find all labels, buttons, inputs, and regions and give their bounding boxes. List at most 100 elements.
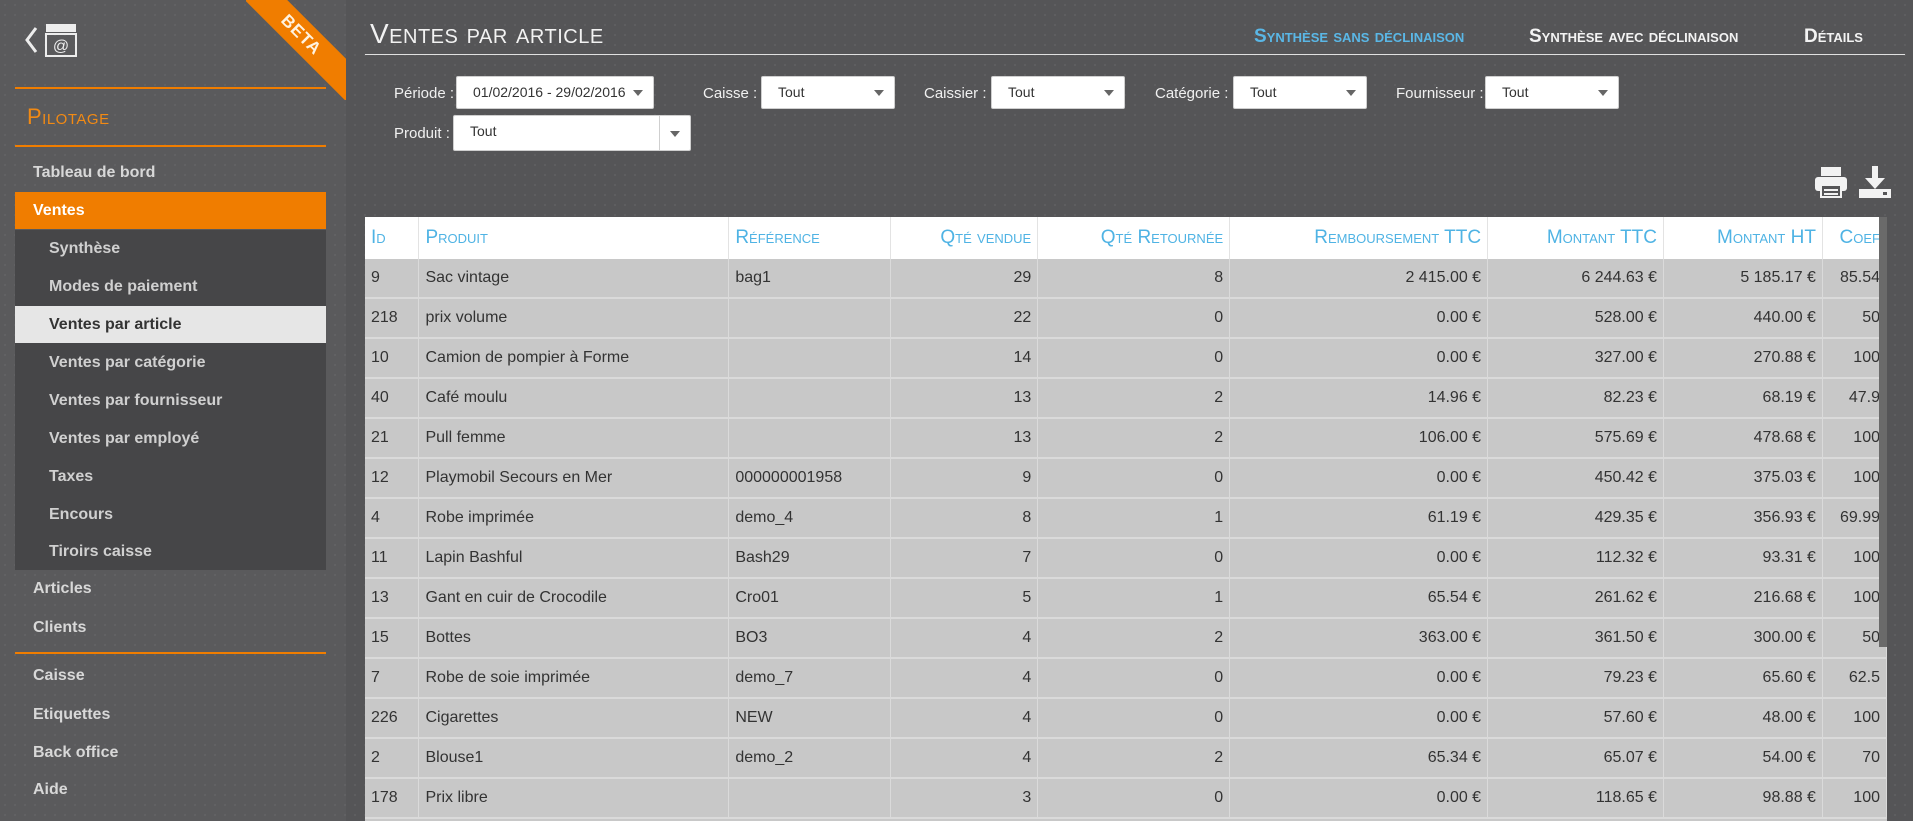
cell-montant-ht: 216.68 € bbox=[1663, 578, 1823, 619]
subitem-ventes-par-categorie[interactable]: Ventes par catégorie bbox=[15, 344, 326, 381]
sidebar-item-clients[interactable]: Clients bbox=[15, 609, 326, 646]
col-montant-ttc[interactable]: Montant TTC bbox=[1487, 217, 1664, 259]
cell-qte-retournee: 0 bbox=[1037, 538, 1231, 579]
cell-qte-retournee: 1 bbox=[1037, 578, 1231, 619]
cell-remboursement-ttc: 61.19 € bbox=[1229, 498, 1489, 539]
cell-qte-vendue: 4 bbox=[890, 698, 1039, 739]
table-row[interactable]: 9 Sac vintage bag1 29 8 2 415.00 €6 244.63 €5… bbox=[365, 259, 1887, 299]
categorie-select[interactable]: Tout bbox=[1233, 76, 1367, 109]
table-row[interactable]: 21 Pull femme 13 2 106.00 €575.69 €478.68 €1… bbox=[365, 418, 1887, 459]
cell-id: 178 bbox=[365, 778, 420, 819]
cell-montant-ttc: 118.65 € bbox=[1487, 778, 1664, 819]
download-icon[interactable] bbox=[1857, 165, 1893, 199]
caisse-select[interactable]: Tout bbox=[761, 76, 895, 109]
col-remboursement-ttc[interactable]: Remboursement TTC bbox=[1229, 217, 1489, 259]
chevron-down-icon bbox=[1346, 90, 1356, 96]
table-row[interactable]: 15 Bottes BO3 4 2 363.00 €361.50 €300.00 €50 bbox=[365, 618, 1887, 659]
cell-id: 4 bbox=[365, 498, 420, 539]
cell-montant-ttc: 6 244.63 € bbox=[1487, 259, 1664, 299]
cell-coef: 50 bbox=[1822, 298, 1887, 339]
subitem-ventes-par-fournisseur[interactable]: Ventes par fournisseur bbox=[15, 382, 326, 419]
cell-qte-retournee: 1 bbox=[1037, 498, 1231, 539]
sidebar-item-caisse[interactable]: Caisse bbox=[15, 657, 326, 694]
subitem-taxes[interactable]: Taxes bbox=[15, 458, 326, 495]
cell-qte-retournee: 2 bbox=[1037, 738, 1231, 779]
caissier-value: Tout bbox=[1008, 84, 1035, 100]
cell-qte-retournee: 0 bbox=[1037, 658, 1231, 699]
col-qte-retournee[interactable]: Qté Retournée bbox=[1037, 217, 1231, 259]
sidebar-item-ventes[interactable]: Ventes bbox=[15, 192, 326, 229]
table-row[interactable]: 226 Cigarettes NEW 4 0 0.00 €57.60 €48.00 €10… bbox=[365, 698, 1887, 739]
table-row[interactable]: 40 Café moulu 13 2 14.96 €82.23 €68.19 €47.9 bbox=[365, 378, 1887, 419]
caissier-label: Caissier : bbox=[924, 85, 987, 102]
cell-remboursement-ttc: 2 415.00 € bbox=[1229, 259, 1489, 299]
table-row[interactable]: 10 Camion de pompier à Forme 14 0 0.00 €327.… bbox=[365, 338, 1887, 379]
scrollbar[interactable] bbox=[1879, 217, 1887, 647]
fournisseur-select[interactable]: Tout bbox=[1485, 76, 1619, 109]
cell-reference: Bash29 bbox=[728, 538, 892, 579]
cell-qte-retournee: 2 bbox=[1037, 378, 1231, 419]
subitem-ventes-par-article[interactable]: Ventes par article bbox=[15, 306, 326, 343]
col-qte-vendue[interactable]: Qté vendue bbox=[890, 217, 1039, 259]
tab-synthese-sans-declinaison[interactable]: Synthèse sans déclinaison bbox=[1254, 26, 1464, 48]
table-row[interactable]: 218 prix volume 22 0 0.00 €528.00 €440.00 €5… bbox=[365, 298, 1887, 339]
fournisseur-value: Tout bbox=[1502, 84, 1529, 100]
cell-id: 12 bbox=[365, 458, 420, 499]
col-montant-ht[interactable]: Montant HT bbox=[1663, 217, 1823, 259]
cell-montant-ttc: 261.62 € bbox=[1487, 578, 1664, 619]
table-row[interactable]: 11 Lapin Bashful Bash29 7 0 0.00 €112.32 €93.… bbox=[365, 538, 1887, 579]
subitem-encours[interactable]: Encours bbox=[15, 496, 326, 533]
cell-id: 13 bbox=[365, 578, 420, 619]
cell-remboursement-ttc: 363.00 € bbox=[1229, 618, 1489, 659]
col-coef[interactable]: Coef bbox=[1822, 217, 1887, 259]
cell-montant-ht: 440.00 € bbox=[1663, 298, 1823, 339]
tab-details[interactable]: Détails bbox=[1804, 26, 1863, 48]
col-reference[interactable]: Référence bbox=[728, 217, 892, 259]
cell-reference: demo_2 bbox=[728, 738, 892, 779]
table-row[interactable]: 13 Gant en cuir de Crocodile Cro01 5 1 65.54 … bbox=[365, 578, 1887, 619]
col-id[interactable]: Id bbox=[365, 217, 420, 259]
cell-reference: demo_4 bbox=[728, 498, 892, 539]
caissier-select[interactable]: Tout bbox=[991, 76, 1125, 109]
sidebar-item-tableau-de-bord[interactable]: Tableau de bord bbox=[15, 154, 326, 191]
cell-montant-ttc: 112.32 € bbox=[1487, 538, 1664, 579]
divider bbox=[15, 145, 326, 147]
table-row[interactable]: 4 Robe imprimée demo_4 8 1 61.19 €429.35 €356… bbox=[365, 498, 1887, 539]
sidebar-item-articles[interactable]: Articles bbox=[15, 570, 326, 607]
cell-qte-vendue: 4 bbox=[890, 618, 1039, 659]
subitem-ventes-par-employe[interactable]: Ventes par employé bbox=[15, 420, 326, 457]
cell-qte-vendue: 8 bbox=[890, 498, 1039, 539]
table-row[interactable]: 178 Prix libre 3 0 0.00 €118.65 €98.88 €100 bbox=[365, 778, 1887, 819]
cell-produit: Gant en cuir de Crocodile bbox=[418, 578, 730, 619]
cell-produit: Robe de soie imprimée bbox=[418, 658, 730, 699]
cell-qte-vendue: 29 bbox=[890, 259, 1039, 299]
produit-select[interactable]: Tout bbox=[453, 115, 691, 151]
cell-qte-retournee: 0 bbox=[1037, 298, 1231, 339]
table-row[interactable]: 2 Blouse1 demo_2 4 2 65.34 €65.07 €54.00 €70 bbox=[365, 738, 1887, 779]
periode-select[interactable]: 01/02/2016 - 29/02/2016 bbox=[456, 76, 654, 109]
cell-remboursement-ttc: 0.00 € bbox=[1229, 778, 1489, 819]
print-icon[interactable] bbox=[1813, 165, 1849, 199]
sidebar-item-etiquettes[interactable]: Etiquettes bbox=[15, 696, 326, 733]
cell-montant-ht: 356.93 € bbox=[1663, 498, 1823, 539]
cell-coef: 62.5 bbox=[1822, 658, 1887, 699]
periode-value: 01/02/2016 - 29/02/2016 bbox=[473, 84, 626, 100]
categorie-value: Tout bbox=[1250, 84, 1277, 100]
table-row[interactable]: 12 Playmobil Secours en Mer 000000001958 9 0… bbox=[365, 458, 1887, 499]
cell-produit: Pull femme bbox=[418, 418, 730, 459]
cell-montant-ht: 375.03 € bbox=[1663, 458, 1823, 499]
subitem-tiroirs-caisse[interactable]: Tiroirs caisse bbox=[15, 533, 326, 570]
tab-synthese-avec-declinaison[interactable]: Synthèse avec déclinaison bbox=[1529, 26, 1738, 48]
svg-text:@: @ bbox=[53, 38, 69, 55]
cell-montant-ttc: 57.60 € bbox=[1487, 698, 1664, 739]
caisse-value: Tout bbox=[778, 84, 805, 100]
cell-produit: Playmobil Secours en Mer bbox=[418, 458, 730, 499]
cell-qte-vendue: 22 bbox=[890, 298, 1039, 339]
sidebar-item-aide[interactable]: Aide bbox=[15, 771, 326, 808]
table-row[interactable]: 7 Robe de soie imprimée demo_7 4 0 0.00 €79.2… bbox=[365, 658, 1887, 699]
subitem-synthese[interactable]: Synthèse bbox=[15, 230, 326, 267]
sidebar-item-back-office[interactable]: Back office bbox=[15, 734, 326, 771]
subitem-modes-de-paiement[interactable]: Modes de paiement bbox=[15, 268, 326, 305]
back-store-icon[interactable]: @ bbox=[24, 20, 80, 60]
col-produit[interactable]: Produit bbox=[418, 217, 730, 259]
